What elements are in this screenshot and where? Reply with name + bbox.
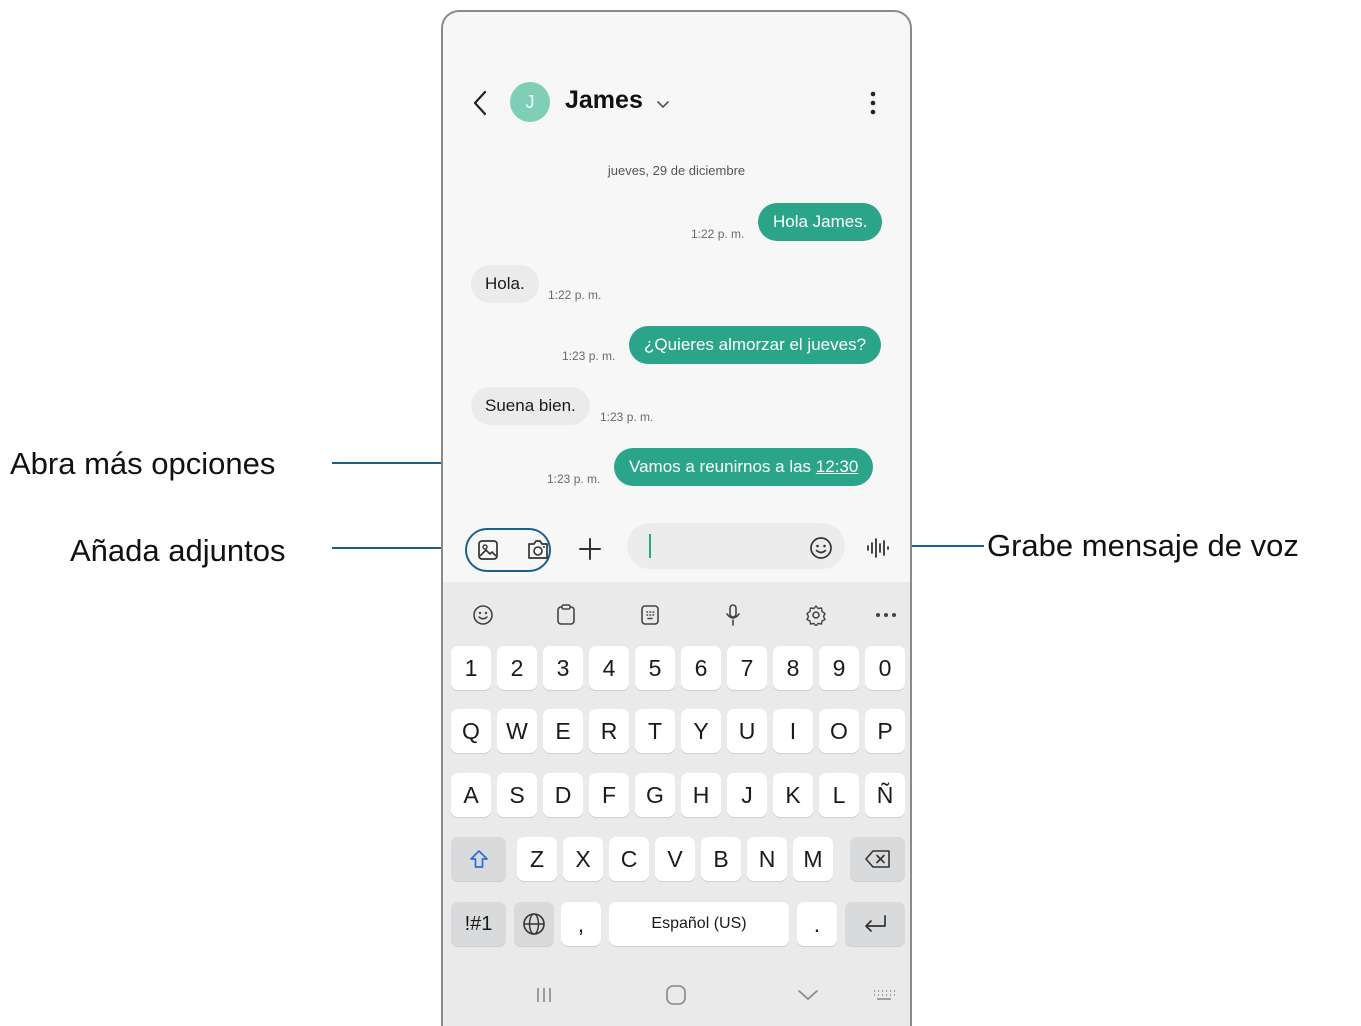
text-cursor <box>649 534 651 558</box>
callout-more-options: Abra más opciones <box>10 446 276 481</box>
message-time: 1:23 p. m. <box>547 472 601 486</box>
enter-key[interactable] <box>845 902 905 946</box>
message-bubble-outgoing[interactable]: ¿Quieres almorzar el jueves? <box>629 326 882 364</box>
callout-voice: Grabe mensaje de voz <box>987 528 1299 563</box>
key[interactable]: 5 <box>635 646 675 690</box>
emoji-icon[interactable] <box>463 595 503 635</box>
keypad-icon[interactable] <box>630 595 670 635</box>
key[interactable]: L <box>819 773 859 817</box>
key[interactable]: 8 <box>773 646 813 690</box>
message-bubble-outgoing[interactable]: Hola James. <box>758 203 883 241</box>
settings-icon[interactable] <box>796 595 836 635</box>
symbols-key[interactable]: !#1 <box>451 902 506 946</box>
key[interactable]: E <box>543 709 583 753</box>
phone-screen: J James jueves, 29 de diciembre 1:22 p. … <box>441 10 912 1026</box>
message-bubble-outgoing[interactable]: Vamos a reunirnos a las 12:30 <box>614 448 874 486</box>
message-bubble-incoming[interactable]: Suena bien. <box>471 387 590 425</box>
key[interactable]: Ñ <box>865 773 905 817</box>
key[interactable]: G <box>635 773 675 817</box>
backspace-icon <box>864 850 890 868</box>
key[interactable]: F <box>589 773 629 817</box>
contact-name[interactable]: James <box>565 86 643 115</box>
shift-key[interactable] <box>451 837 506 881</box>
conversation-date: jueves, 29 de diciembre <box>607 163 746 178</box>
key[interactable]: 6 <box>681 646 721 690</box>
key[interactable]: Y <box>681 709 721 753</box>
key[interactable]: W <box>497 709 537 753</box>
globe-icon <box>523 913 545 935</box>
key[interactable]: R <box>589 709 629 753</box>
key[interactable]: Z <box>517 837 557 881</box>
key[interactable]: P <box>865 709 905 753</box>
key[interactable]: 2 <box>497 646 537 690</box>
key[interactable]: 7 <box>727 646 767 690</box>
key[interactable]: X <box>563 837 603 881</box>
emoji-icon[interactable] <box>806 533 836 563</box>
hide-keyboard-icon[interactable] <box>793 982 823 1008</box>
key[interactable]: O <box>819 709 859 753</box>
period-key[interactable]: . <box>797 902 837 946</box>
key[interactable]: Q <box>451 709 491 753</box>
callout-attachments: Añada adjuntos <box>70 533 286 568</box>
language-key[interactable] <box>514 902 554 946</box>
key[interactable]: A <box>451 773 491 817</box>
key[interactable]: T <box>635 709 675 753</box>
key[interactable]: N <box>747 837 787 881</box>
key[interactable]: M <box>793 837 833 881</box>
enter-icon <box>865 915 886 932</box>
key[interactable]: D <box>543 773 583 817</box>
key[interactable]: B <box>701 837 741 881</box>
message-time: 1:23 p. m. <box>562 349 616 363</box>
comma-key[interactable]: , <box>561 902 601 946</box>
key[interactable]: I <box>773 709 813 753</box>
more-vertical-icon[interactable] <box>861 88 885 118</box>
key[interactable]: C <box>609 837 649 881</box>
key[interactable]: U <box>727 709 767 753</box>
key[interactable]: 1 <box>451 646 491 690</box>
message-time: 1:22 p. m. <box>691 227 745 241</box>
key[interactable]: 9 <box>819 646 859 690</box>
microphone-icon[interactable] <box>713 595 753 635</box>
recent-apps-icon[interactable] <box>529 982 559 1008</box>
camera-icon[interactable] <box>523 535 553 565</box>
plus-icon[interactable] <box>575 534 605 564</box>
more-horizontal-icon[interactable] <box>866 595 906 635</box>
shift-icon <box>469 850 488 868</box>
message-text: Vamos a reunirnos a las <box>629 457 816 476</box>
home-icon[interactable] <box>661 982 691 1008</box>
avatar[interactable]: J <box>510 82 550 122</box>
space-key[interactable]: Español (US) <box>609 902 789 946</box>
message-time: 1:23 p. m. <box>600 410 654 424</box>
gallery-icon[interactable] <box>473 535 503 565</box>
key[interactable]: 4 <box>589 646 629 690</box>
keyboard-switch-icon[interactable] <box>869 982 899 1008</box>
key[interactable]: 3 <box>543 646 583 690</box>
backspace-key[interactable] <box>850 837 905 881</box>
time-link[interactable]: 12:30 <box>816 457 859 476</box>
clipboard-icon[interactable] <box>546 595 586 635</box>
key[interactable]: V <box>655 837 695 881</box>
message-time: 1:22 p. m. <box>548 288 602 302</box>
message-bubble-incoming[interactable]: Hola. <box>471 265 539 303</box>
key[interactable]: K <box>773 773 813 817</box>
key[interactable]: J <box>727 773 767 817</box>
key[interactable]: H <box>681 773 721 817</box>
voice-recorder-icon[interactable] <box>863 533 893 563</box>
key[interactable]: 0 <box>865 646 905 690</box>
chevron-down-icon[interactable] <box>653 94 673 114</box>
back-icon[interactable] <box>467 88 493 118</box>
key[interactable]: S <box>497 773 537 817</box>
